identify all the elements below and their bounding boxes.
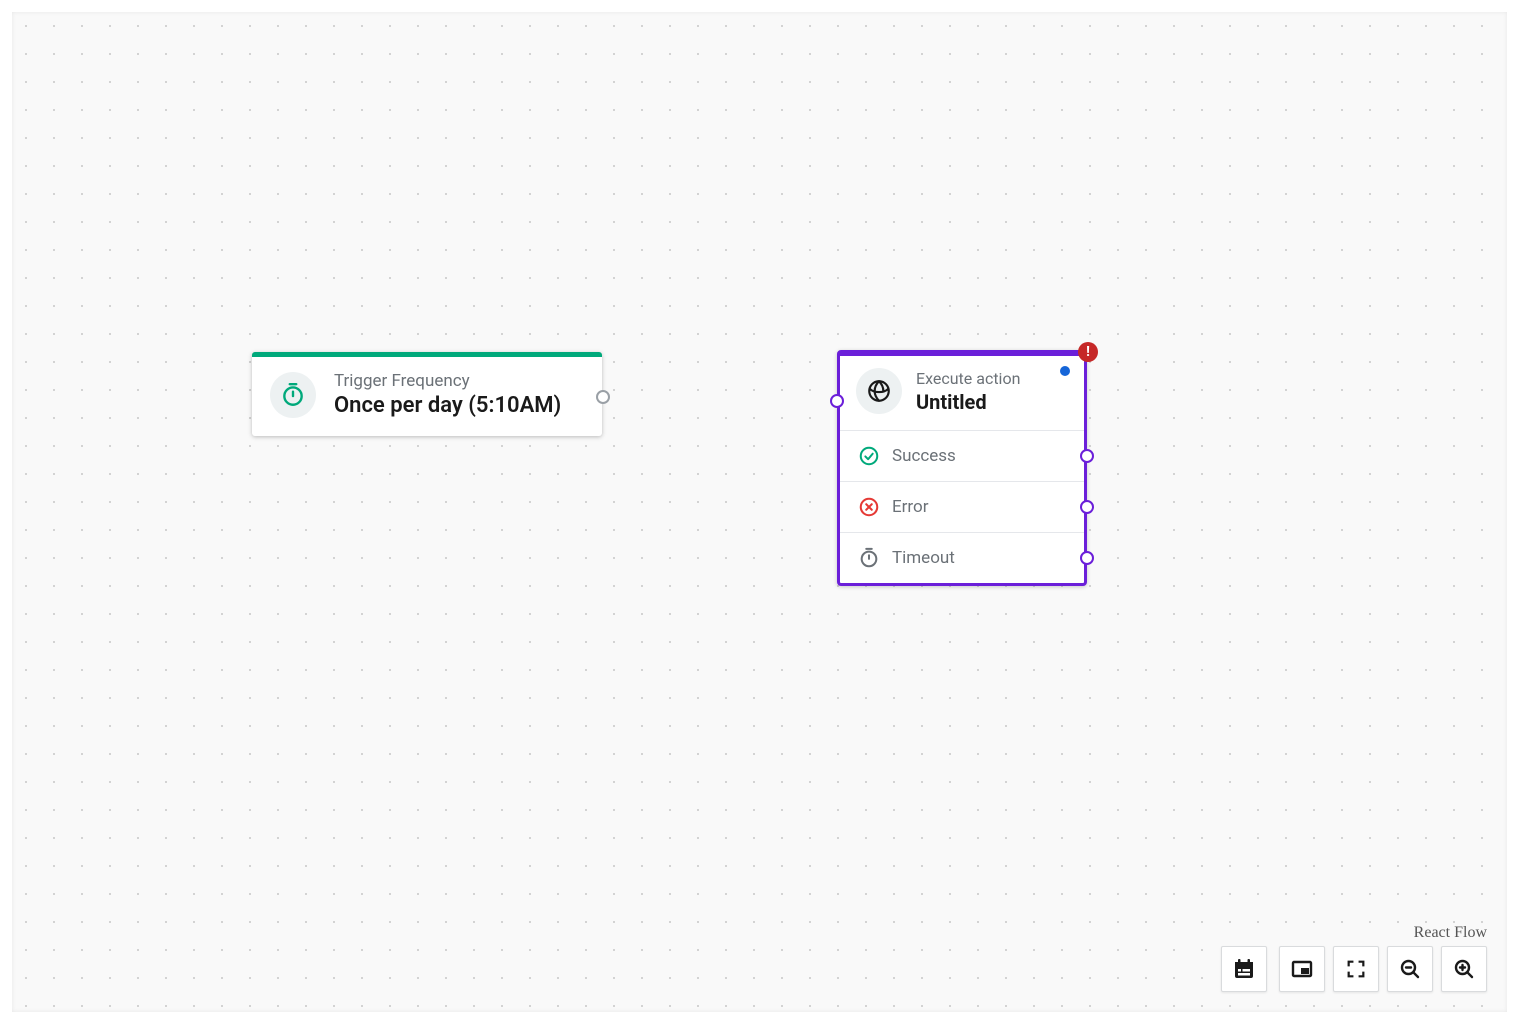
outcome-row-error[interactable]: Error [840,481,1084,532]
timeout-icon [858,547,880,569]
action-header: Execute action Untitled [840,356,1084,430]
zoom-in-button[interactable] [1441,946,1487,992]
error-output-handle[interactable] [1080,500,1094,514]
outcome-label: Error [892,497,928,517]
fit-view-button[interactable] [1333,946,1379,992]
status-dot-icon [1060,366,1070,376]
outcome-row-success[interactable]: Success [840,430,1084,481]
outcome-row-timeout[interactable]: Timeout [840,532,1084,583]
minimap-toggle-button[interactable] [1279,946,1325,992]
attribution-text: React Flow [1414,924,1487,942]
timeout-output-handle[interactable] [1080,551,1094,565]
error-icon [858,496,880,518]
trigger-value: Once per day (5:10AM) [334,393,584,418]
action-node[interactable]: ! Execute action Untitled [837,350,1087,586]
trigger-label: Trigger Frequency [334,371,584,391]
canvas-controls [1221,946,1487,992]
stopwatch-icon [270,372,316,418]
trigger-node[interactable]: Trigger Frequency Once per day (5:10AM) [252,352,602,436]
success-icon [858,445,880,467]
outcome-label: Success [892,446,956,466]
success-output-handle[interactable] [1080,449,1094,463]
flow-canvas[interactable]: Trigger Frequency Once per day (5:10AM) … [12,12,1507,1012]
action-title: Untitled [916,390,1068,414]
outcome-label: Timeout [892,548,955,568]
action-type-label: Execute action [916,369,1068,388]
calendar-button[interactable] [1221,946,1267,992]
zoom-out-button[interactable] [1387,946,1433,992]
globe-icon [856,368,902,414]
trigger-text: Trigger Frequency Once per day (5:10AM) [334,371,584,418]
trigger-output-handle[interactable] [596,390,610,404]
